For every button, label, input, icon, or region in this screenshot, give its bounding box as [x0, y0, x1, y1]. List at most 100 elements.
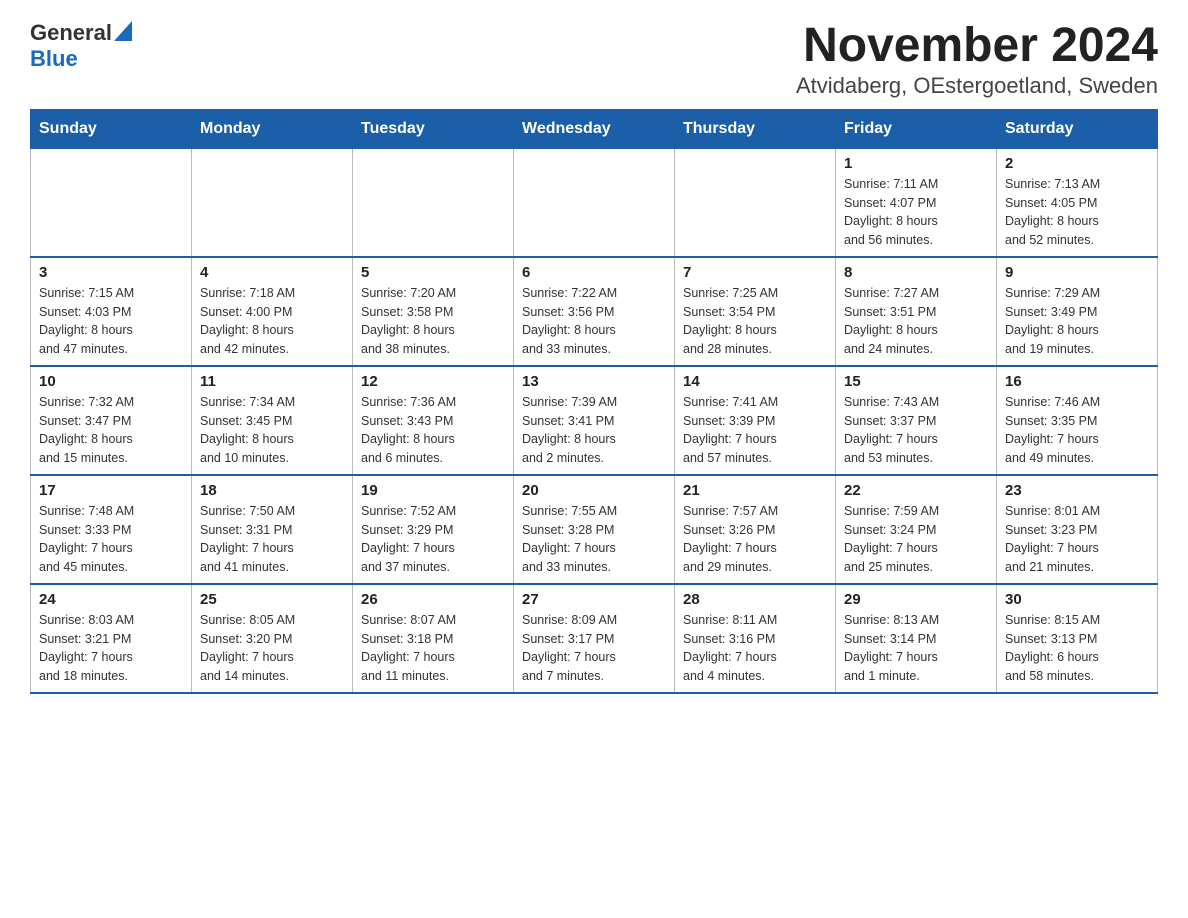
calendar-cell: 13 Sunrise: 7:39 AMSunset: 3:41 PMDayligh… [514, 366, 675, 475]
calendar-cell: 22 Sunrise: 7:59 AMSunset: 3:24 PMDayligh… [836, 475, 997, 584]
day-info: Sunrise: 7:11 AMSunset: 4:07 PMDaylight:… [844, 175, 988, 250]
weekday-header-saturday: Saturday [997, 109, 1158, 148]
weekday-header-monday: Monday [192, 109, 353, 148]
day-info: Sunrise: 7:55 AMSunset: 3:28 PMDaylight:… [522, 502, 666, 577]
calendar-week-row: 3 Sunrise: 7:15 AMSunset: 4:03 PMDaylight… [31, 257, 1158, 366]
logo-blue-text: Blue [30, 46, 78, 72]
day-info: Sunrise: 7:20 AMSunset: 3:58 PMDaylight:… [361, 284, 505, 359]
day-info: Sunrise: 8:15 AMSunset: 3:13 PMDaylight:… [1005, 611, 1149, 686]
day-number: 3 [39, 264, 183, 281]
title-block: November 2024 Atvidaberg, OEstergoetland… [796, 20, 1158, 99]
day-number: 24 [39, 591, 183, 608]
calendar-cell: 21Sunrise: 7:57 AMSunset: 3:26 PMDayligh… [675, 475, 836, 584]
calendar-cell: 10 Sunrise: 7:32 AMSunset: 3:47 PMDayligh… [31, 366, 192, 475]
logo-triangle-icon [114, 21, 132, 41]
day-number: 4 [200, 264, 344, 281]
calendar-cell: 2Sunrise: 7:13 AMSunset: 4:05 PMDaylight… [997, 148, 1158, 257]
day-number: 2 [1005, 155, 1149, 172]
day-number: 23 [1005, 482, 1149, 499]
calendar-cell: 4 Sunrise: 7:18 AMSunset: 4:00 PMDaylight… [192, 257, 353, 366]
calendar-cell: 16Sunrise: 7:46 AMSunset: 3:35 PMDayligh… [997, 366, 1158, 475]
day-info: Sunrise: 8:07 AMSunset: 3:18 PMDaylight:… [361, 611, 505, 686]
day-info: Sunrise: 7:22 AMSunset: 3:56 PMDaylight:… [522, 284, 666, 359]
weekday-header-sunday: Sunday [31, 109, 192, 148]
day-number: 8 [844, 264, 988, 281]
day-number: 13 [522, 373, 666, 390]
page-header: General Blue November 2024 Atvidaberg, O… [30, 20, 1158, 99]
day-number: 26 [361, 591, 505, 608]
day-info: Sunrise: 7:34 AMSunset: 3:45 PMDaylight:… [200, 393, 344, 468]
calendar-cell: 11 Sunrise: 7:34 AMSunset: 3:45 PMDayligh… [192, 366, 353, 475]
calendar-cell [675, 148, 836, 257]
day-info: Sunrise: 7:41 AMSunset: 3:39 PMDaylight:… [683, 393, 827, 468]
logo-general-text: General [30, 20, 112, 46]
calendar-cell: 12Sunrise: 7:36 AMSunset: 3:43 PMDayligh… [353, 366, 514, 475]
calendar-cell: 6 Sunrise: 7:22 AMSunset: 3:56 PMDaylight… [514, 257, 675, 366]
calendar-cell: 17Sunrise: 7:48 AMSunset: 3:33 PMDayligh… [31, 475, 192, 584]
calendar-cell: 9 Sunrise: 7:29 AMSunset: 3:49 PMDaylight… [997, 257, 1158, 366]
calendar-cell: 29Sunrise: 8:13 AMSunset: 3:14 PMDayligh… [836, 584, 997, 693]
day-number: 5 [361, 264, 505, 281]
day-number: 6 [522, 264, 666, 281]
day-number: 9 [1005, 264, 1149, 281]
day-number: 19 [361, 482, 505, 499]
calendar-table: SundayMondayTuesdayWednesdayThursdayFrid… [30, 109, 1158, 694]
day-info: Sunrise: 7:27 AMSunset: 3:51 PMDaylight:… [844, 284, 988, 359]
calendar-cell: 30 Sunrise: 8:15 AMSunset: 3:13 PMDayligh… [997, 584, 1158, 693]
day-info: Sunrise: 8:13 AMSunset: 3:14 PMDaylight:… [844, 611, 988, 686]
calendar-cell: 1 Sunrise: 7:11 AMSunset: 4:07 PMDaylight… [836, 148, 997, 257]
calendar-week-row: 24 Sunrise: 8:03 AMSunset: 3:21 PMDayligh… [31, 584, 1158, 693]
day-number: 30 [1005, 591, 1149, 608]
calendar-cell: 5 Sunrise: 7:20 AMSunset: 3:58 PMDaylight… [353, 257, 514, 366]
calendar-cell: 19 Sunrise: 7:52 AMSunset: 3:29 PMDayligh… [353, 475, 514, 584]
calendar-cell: 3 Sunrise: 7:15 AMSunset: 4:03 PMDaylight… [31, 257, 192, 366]
calendar-cell: 27 Sunrise: 8:09 AMSunset: 3:17 PMDayligh… [514, 584, 675, 693]
weekday-header-row: SundayMondayTuesdayWednesdayThursdayFrid… [31, 109, 1158, 148]
calendar-cell: 23 Sunrise: 8:01 AMSunset: 3:23 PMDayligh… [997, 475, 1158, 584]
calendar-cell: 18 Sunrise: 7:50 AMSunset: 3:31 PMDayligh… [192, 475, 353, 584]
day-number: 10 [39, 373, 183, 390]
day-number: 7 [683, 264, 827, 281]
day-info: Sunrise: 7:50 AMSunset: 3:31 PMDaylight:… [200, 502, 344, 577]
day-info: Sunrise: 8:01 AMSunset: 3:23 PMDaylight:… [1005, 502, 1149, 577]
calendar-week-row: 17Sunrise: 7:48 AMSunset: 3:33 PMDayligh… [31, 475, 1158, 584]
calendar-cell: 25Sunrise: 8:05 AMSunset: 3:20 PMDayligh… [192, 584, 353, 693]
day-info: Sunrise: 7:18 AMSunset: 4:00 PMDaylight:… [200, 284, 344, 359]
weekday-header-friday: Friday [836, 109, 997, 148]
day-info: Sunrise: 7:29 AMSunset: 3:49 PMDaylight:… [1005, 284, 1149, 359]
calendar-cell [31, 148, 192, 257]
day-number: 22 [844, 482, 988, 499]
day-number: 15 [844, 373, 988, 390]
day-info: Sunrise: 7:39 AMSunset: 3:41 PMDaylight:… [522, 393, 666, 468]
day-info: Sunrise: 8:11 AMSunset: 3:16 PMDaylight:… [683, 611, 827, 686]
weekday-header-tuesday: Tuesday [353, 109, 514, 148]
calendar-cell: 8 Sunrise: 7:27 AMSunset: 3:51 PMDaylight… [836, 257, 997, 366]
calendar-title: November 2024 [796, 20, 1158, 73]
day-number: 1 [844, 155, 988, 172]
day-number: 27 [522, 591, 666, 608]
calendar-week-row: 1 Sunrise: 7:11 AMSunset: 4:07 PMDaylight… [31, 148, 1158, 257]
day-info: Sunrise: 8:09 AMSunset: 3:17 PMDaylight:… [522, 611, 666, 686]
day-info: Sunrise: 7:52 AMSunset: 3:29 PMDaylight:… [361, 502, 505, 577]
day-info: Sunrise: 7:57 AMSunset: 3:26 PMDaylight:… [683, 502, 827, 577]
day-info: Sunrise: 7:59 AMSunset: 3:24 PMDaylight:… [844, 502, 988, 577]
calendar-cell: 28Sunrise: 8:11 AMSunset: 3:16 PMDayligh… [675, 584, 836, 693]
day-info: Sunrise: 8:03 AMSunset: 3:21 PMDaylight:… [39, 611, 183, 686]
logo: General Blue [30, 20, 132, 72]
weekday-header-thursday: Thursday [675, 109, 836, 148]
day-info: Sunrise: 7:25 AMSunset: 3:54 PMDaylight:… [683, 284, 827, 359]
day-info: Sunrise: 7:15 AMSunset: 4:03 PMDaylight:… [39, 284, 183, 359]
day-number: 18 [200, 482, 344, 499]
calendar-cell: 26 Sunrise: 8:07 AMSunset: 3:18 PMDayligh… [353, 584, 514, 693]
day-number: 11 [200, 373, 344, 390]
day-number: 25 [200, 591, 344, 608]
day-number: 17 [39, 482, 183, 499]
calendar-cell: 7 Sunrise: 7:25 AMSunset: 3:54 PMDaylight… [675, 257, 836, 366]
day-number: 20 [522, 482, 666, 499]
calendar-subtitle: Atvidaberg, OEstergoetland, Sweden [796, 73, 1158, 99]
calendar-cell [514, 148, 675, 257]
weekday-header-wednesday: Wednesday [514, 109, 675, 148]
calendar-cell: 24 Sunrise: 8:03 AMSunset: 3:21 PMDayligh… [31, 584, 192, 693]
day-info: Sunrise: 7:32 AMSunset: 3:47 PMDaylight:… [39, 393, 183, 468]
day-info: Sunrise: 7:43 AMSunset: 3:37 PMDaylight:… [844, 393, 988, 468]
